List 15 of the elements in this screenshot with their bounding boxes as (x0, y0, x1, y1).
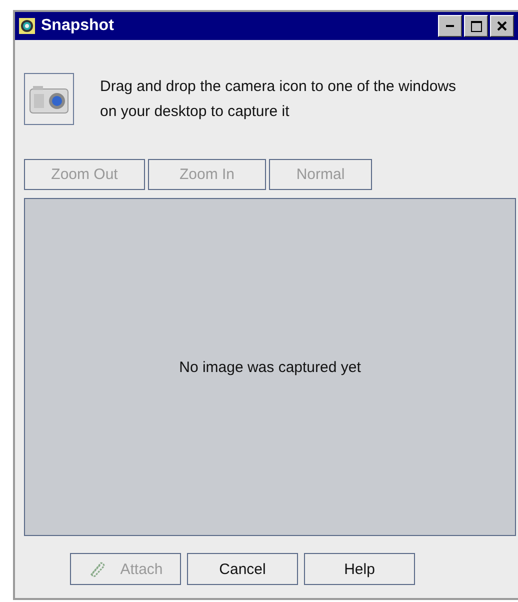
minimize-button[interactable] (438, 15, 462, 37)
maximize-button[interactable] (464, 15, 488, 37)
maximize-icon (470, 20, 482, 32)
camera-icon (29, 84, 69, 114)
dialog-button[interactable]: Help (304, 553, 415, 585)
empty-message: No image was captured yet (179, 358, 361, 376)
dialog-button[interactable]: Cancel (187, 553, 298, 585)
close-icon (497, 21, 507, 31)
instruction-text: Drag and drop the camera icon to one of the windows on your desktop to capture it (100, 77, 458, 122)
close-button[interactable] (490, 15, 514, 37)
aperture-icon (19, 18, 35, 34)
paperclip-icon (88, 560, 106, 578)
camera-icon-box[interactable] (24, 73, 74, 125)
minimize-icon (446, 25, 454, 27)
window-title: Snapshot (41, 17, 114, 35)
